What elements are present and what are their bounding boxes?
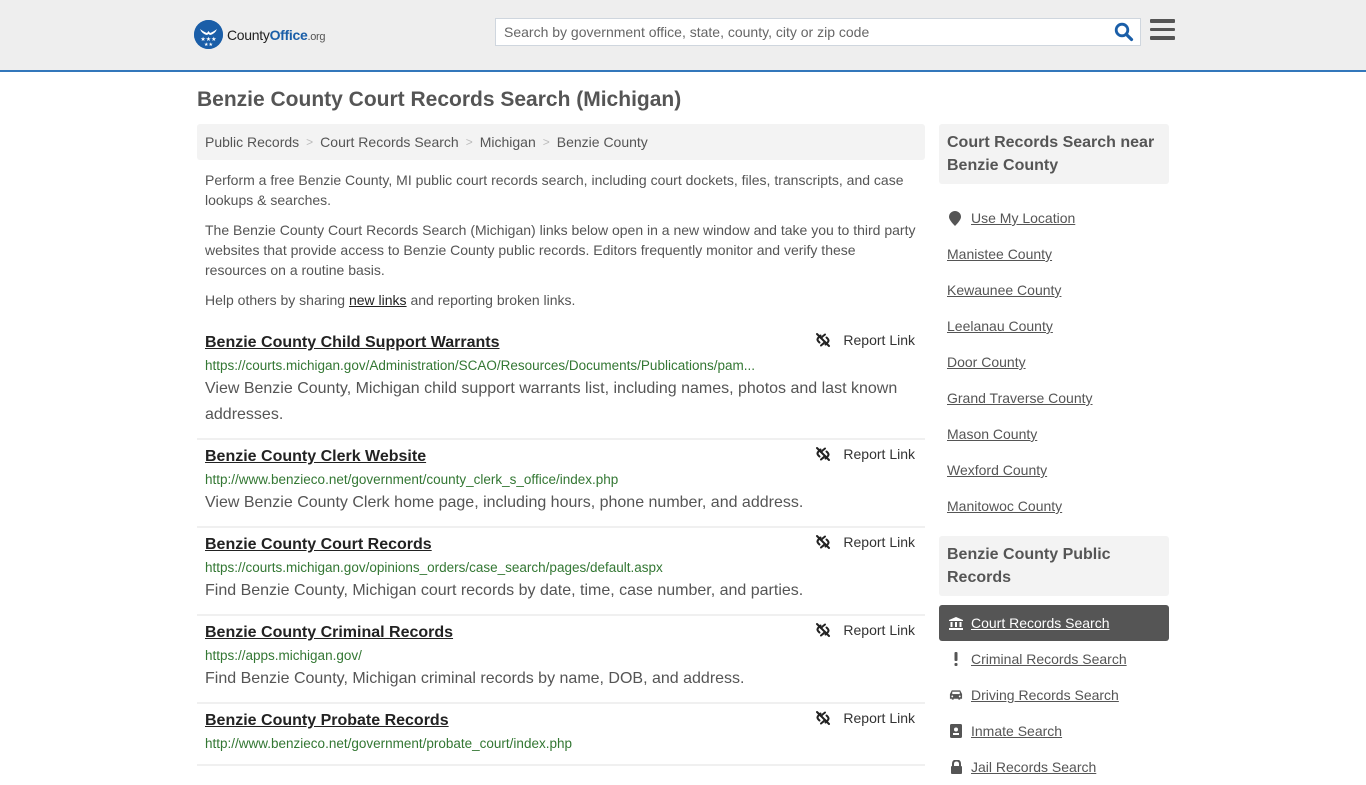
nearby-county-item: Door County xyxy=(947,344,1167,380)
nearby-county-link[interactable]: Door County xyxy=(947,354,1026,370)
car-icon xyxy=(949,689,963,701)
breadcrumb-separator: > xyxy=(306,135,314,149)
logo-text: CountyOffice.org xyxy=(227,26,326,43)
result-description: Find Benzie County, Michigan criminal re… xyxy=(205,670,745,687)
broken-link-icon xyxy=(816,333,831,347)
result-url[interactable]: http://www.benzieco.net/government/count… xyxy=(205,470,917,490)
hamburger-icon xyxy=(1150,19,1175,40)
result-title-link[interactable]: Benzie County Child Support Warrants xyxy=(205,332,500,354)
intro-paragraph-1: Perform a free Benzie County, MI public … xyxy=(205,172,904,208)
result-item: Benzie County Child Support Warrants Repo… xyxy=(197,326,925,440)
use-location-item: Use My Location xyxy=(947,200,1167,236)
public-record-item[interactable]: Criminal Records Search xyxy=(939,641,1169,677)
result-item: Benzie County Probate Records Report Link… xyxy=(197,704,925,766)
results-list: Benzie County Child Support Warrants Repo… xyxy=(197,326,925,766)
public-record-link[interactable]: Criminal Records Search xyxy=(971,651,1127,667)
public-record-item[interactable]: Court Records Search xyxy=(939,605,1169,641)
public-record-link[interactable]: Inmate Search xyxy=(971,723,1062,739)
result-item: Benzie County Criminal Records Report Lin… xyxy=(197,616,925,704)
breadcrumb-separator: > xyxy=(465,135,473,149)
report-link-button[interactable]: Report Link xyxy=(815,710,915,726)
menu-button[interactable] xyxy=(1150,19,1175,41)
broken-link-icon xyxy=(816,535,831,549)
use-my-location-link[interactable]: Use My Location xyxy=(971,210,1075,226)
nearby-county-link[interactable]: Grand Traverse County xyxy=(947,390,1093,406)
result-title-link[interactable]: Benzie County Court Records xyxy=(205,534,432,556)
intro-paragraph-2: The Benzie County Court Records Search (… xyxy=(205,222,916,278)
exclamation-icon xyxy=(949,652,963,666)
breadcrumb: Public Records > Court Records Search > … xyxy=(197,124,925,160)
public-records-list: Court Records Search Criminal Records Sea… xyxy=(939,605,1169,785)
result-url[interactable]: https://apps.michigan.gov/ xyxy=(205,646,917,666)
broken-link-icon xyxy=(816,711,831,725)
report-link-label: Report Link xyxy=(843,446,915,462)
intro-paragraph-3: Help others by sharing new links and rep… xyxy=(205,292,576,308)
nearby-county-link[interactable]: Wexford County xyxy=(947,462,1047,478)
report-link-label: Report Link xyxy=(843,534,915,550)
eagle-logo-icon: ★★★ ★★ xyxy=(194,20,223,49)
public-records-section-title: Benzie County Public Records xyxy=(939,536,1169,596)
site-logo[interactable]: ★★★ ★★ CountyOffice.org xyxy=(194,20,326,49)
result-url[interactable]: https://courts.michigan.gov/opinions_ord… xyxy=(205,558,917,578)
report-link-button[interactable]: Report Link xyxy=(815,534,915,550)
search-input[interactable] xyxy=(496,19,1106,45)
nearby-counties-list: Use My Location Manistee County Kewaunee … xyxy=(947,200,1167,524)
public-record-item[interactable]: Driving Records Search xyxy=(939,677,1169,713)
result-title-link[interactable]: Benzie County Criminal Records xyxy=(205,622,453,644)
search-button[interactable] xyxy=(1114,22,1134,42)
nearby-county-link[interactable]: Manistee County xyxy=(947,246,1052,262)
svg-text:★★: ★★ xyxy=(204,42,213,48)
nearby-county-link[interactable]: Kewaunee County xyxy=(947,282,1061,298)
public-record-link[interactable]: Court Records Search xyxy=(971,615,1110,631)
broken-link-icon xyxy=(816,623,831,637)
public-record-link[interactable]: Driving Records Search xyxy=(971,687,1119,703)
site-header: ★★★ ★★ CountyOffice.org xyxy=(0,0,1366,72)
result-description: View Benzie County, Michigan child suppo… xyxy=(205,380,898,423)
nearby-county-item: Manistee County xyxy=(947,236,1167,272)
result-url[interactable]: https://courts.michigan.gov/Administrati… xyxy=(205,356,917,376)
new-links-link[interactable]: new links xyxy=(349,292,407,308)
report-link-label: Report Link xyxy=(843,332,915,348)
nearby-county-item: Manitowoc County xyxy=(947,488,1167,524)
courthouse-icon xyxy=(949,616,963,630)
report-link-button[interactable]: Report Link xyxy=(815,446,915,462)
result-description: Find Benzie County, Michigan court recor… xyxy=(205,582,804,599)
nearby-county-item: Mason County xyxy=(947,416,1167,452)
breadcrumb-public-records[interactable]: Public Records xyxy=(205,134,299,150)
report-link-label: Report Link xyxy=(843,622,915,638)
public-record-link[interactable]: Jail Records Search xyxy=(971,759,1096,775)
nearby-county-item: Wexford County xyxy=(947,452,1167,488)
result-url[interactable]: http://www.benzieco.net/government/proba… xyxy=(205,734,917,754)
breadcrumb-benzie-county[interactable]: Benzie County xyxy=(557,134,648,150)
nearby-county-item: Leelanau County xyxy=(947,308,1167,344)
report-link-button[interactable]: Report Link xyxy=(815,622,915,638)
breadcrumb-separator: > xyxy=(542,135,550,149)
near-section-title: Court Records Search near Benzie County xyxy=(939,124,1169,184)
search-box xyxy=(495,18,1141,46)
result-title-link[interactable]: Benzie County Clerk Website xyxy=(205,446,426,468)
report-link-label: Report Link xyxy=(843,710,915,726)
id-badge-icon xyxy=(949,724,963,738)
breadcrumb-michigan[interactable]: Michigan xyxy=(480,134,536,150)
search-icon xyxy=(1114,22,1134,42)
public-record-item[interactable]: Inmate Search xyxy=(939,713,1169,749)
nearby-county-link[interactable]: Mason County xyxy=(947,426,1037,442)
nearby-county-link[interactable]: Manitowoc County xyxy=(947,498,1062,514)
result-item: Benzie County Clerk Website Report Link ht… xyxy=(197,440,925,528)
nearby-county-link[interactable]: Leelanau County xyxy=(947,318,1053,334)
report-link-button[interactable]: Report Link xyxy=(815,332,915,348)
intro-text: Perform a free Benzie County, MI public … xyxy=(205,170,920,320)
public-record-item[interactable]: Jail Records Search xyxy=(939,749,1169,785)
result-item: Benzie County Court Records Report Link ht… xyxy=(197,528,925,616)
result-description: View Benzie County Clerk home page, incl… xyxy=(205,494,804,511)
broken-link-icon xyxy=(816,447,831,461)
nearby-county-item: Kewaunee County xyxy=(947,272,1167,308)
nearby-county-item: Grand Traverse County xyxy=(947,380,1167,416)
result-title-link[interactable]: Benzie County Probate Records xyxy=(205,710,449,732)
lock-icon xyxy=(949,760,963,774)
page-title: Benzie County Court Records Search (Mich… xyxy=(197,88,682,111)
location-pin-icon xyxy=(949,210,961,226)
breadcrumb-court-records-search[interactable]: Court Records Search xyxy=(320,134,459,150)
